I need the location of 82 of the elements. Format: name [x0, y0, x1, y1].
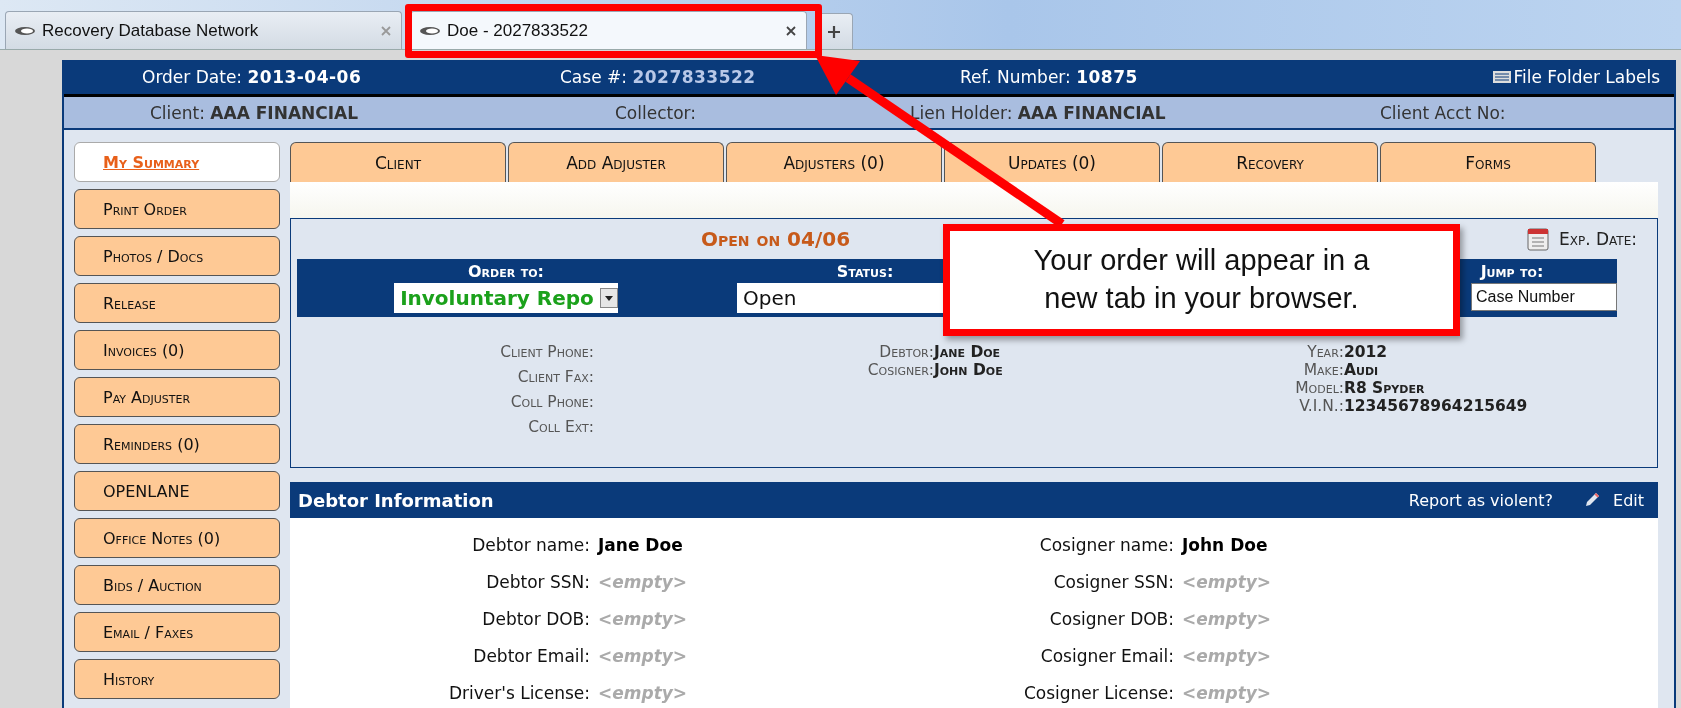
header-field: Client Acct No:	[1380, 102, 1674, 123]
vehicle-label: Make:	[1302, 361, 1344, 379]
field-value: <empty>	[598, 682, 689, 703]
party-label: Debtor:	[878, 343, 934, 361]
vehicle-label: V.I.N.:	[1298, 397, 1344, 415]
contact-label: Coll Phone:	[510, 393, 594, 411]
field-value: Jane Doe	[598, 534, 684, 555]
field-label: Debtor DOB:	[481, 608, 591, 629]
order-to-label: Order to:	[468, 262, 544, 281]
jump-to-field[interactable]: Case Number	[1471, 283, 1617, 311]
vehicle-label: Model:	[1294, 379, 1344, 397]
field-label: Cosigner name:	[1038, 534, 1175, 555]
side-tab[interactable]: Release	[74, 283, 280, 323]
open-date-title: Open on 04/06	[701, 227, 851, 251]
field-value: <empty>	[598, 645, 689, 666]
field-label: Debtor Email:	[472, 645, 591, 666]
pencil-icon[interactable]	[1583, 491, 1601, 509]
close-icon[interactable]	[786, 25, 796, 36]
contact-label: Coll Ext:	[528, 418, 594, 436]
status-select[interactable]: Open	[737, 283, 943, 313]
side-tab[interactable]: Reminders (0)	[74, 424, 280, 464]
party-value: Jane Doe	[934, 343, 1002, 361]
field-value: <empty>	[1182, 645, 1273, 666]
logo-icon	[14, 25, 36, 36]
browser-tab[interactable]: Recovery Database Network	[5, 11, 402, 49]
party-value: John Doe	[934, 361, 1004, 379]
field-label: Cosigner Email:	[1039, 645, 1175, 666]
edit-link[interactable]: Edit	[1613, 490, 1644, 510]
side-tab[interactable]: Office Notes (0)	[74, 518, 280, 558]
top-tab[interactable]: Recovery	[1162, 142, 1378, 182]
section-title: Debtor Information	[298, 489, 494, 511]
contact-label: Client Fax:	[517, 368, 594, 386]
order-date: Order Date: 2013-04-06	[142, 67, 363, 87]
field-value: <empty>	[1182, 608, 1273, 629]
top-tab[interactable]: Adjusters (0)	[726, 142, 942, 182]
top-tab[interactable]: Forms	[1380, 142, 1596, 182]
side-tab[interactable]: Photos / Docs	[74, 236, 280, 276]
party-label: Cosigner:	[866, 361, 934, 379]
status-label: Status:	[836, 262, 894, 281]
list-icon	[1493, 70, 1512, 84]
field-value: <empty>	[598, 608, 689, 629]
side-tab[interactable]: Print Order	[74, 189, 280, 229]
field-label: Driver's License:	[447, 682, 591, 703]
top-tab[interactable]: Updates (0)	[944, 142, 1160, 182]
vehicle-label: Year:	[1306, 343, 1344, 361]
browser-tab[interactable]: Doe - 2027833522	[410, 11, 807, 49]
exp-date-label: Exp. Date:	[1559, 229, 1637, 249]
calendar-icon	[1527, 227, 1549, 251]
ref-number: Ref. Number: 10875	[960, 67, 1139, 87]
case-number: Case #: 2027833522	[560, 67, 757, 87]
callout-text: Your order will appear in a new tab in your browser.	[1032, 243, 1371, 316]
file-folder-labels-link[interactable]: File Folder Labels	[1493, 67, 1660, 87]
field-value: <empty>	[1182, 682, 1273, 703]
contact-label: Client Phone:	[500, 343, 594, 361]
jump-to-label: Jump to:	[1480, 262, 1544, 281]
side-tab[interactable]: Bids / Auction	[74, 565, 280, 605]
vehicle-value: R8 Spyder	[1344, 379, 1426, 397]
field-value: <empty>	[598, 571, 689, 592]
field-value: <empty>	[1182, 571, 1273, 592]
side-tab[interactable]: OPENLANE	[74, 471, 280, 511]
plus-icon	[827, 24, 841, 39]
top-tab[interactable]: Add Adjuster	[508, 142, 724, 182]
side-tab[interactable]: Pay Adjuster	[74, 377, 280, 417]
side-tab[interactable]: Invoices (0)	[74, 330, 280, 370]
dropdown-icon	[599, 288, 618, 308]
header-field: Client: AAA FINANCIAL	[150, 102, 615, 123]
header-field: Collector:	[615, 102, 910, 123]
field-label: Debtor SSN:	[485, 571, 591, 592]
field-value: John Doe	[1182, 534, 1269, 555]
vehicle-value: 2012	[1344, 343, 1389, 361]
field-label: Cosigner License:	[1022, 682, 1175, 703]
side-tab[interactable]: History	[74, 659, 280, 699]
vehicle-value: Audi	[1344, 361, 1380, 379]
top-tab[interactable]: Client	[290, 142, 506, 182]
side-tab[interactable]: Email / Faxes	[74, 612, 280, 652]
field-label: Cosigner SSN:	[1052, 571, 1175, 592]
report-link[interactable]: Report as violent?	[1408, 490, 1553, 510]
logo-icon	[419, 25, 441, 36]
field-label: Debtor name:	[471, 534, 591, 555]
field-label: Cosigner DOB:	[1048, 608, 1175, 629]
header-field: Lien Holder: AAA FINANCIAL	[910, 102, 1380, 123]
vehicle-value: 12345678964215649	[1344, 397, 1528, 415]
